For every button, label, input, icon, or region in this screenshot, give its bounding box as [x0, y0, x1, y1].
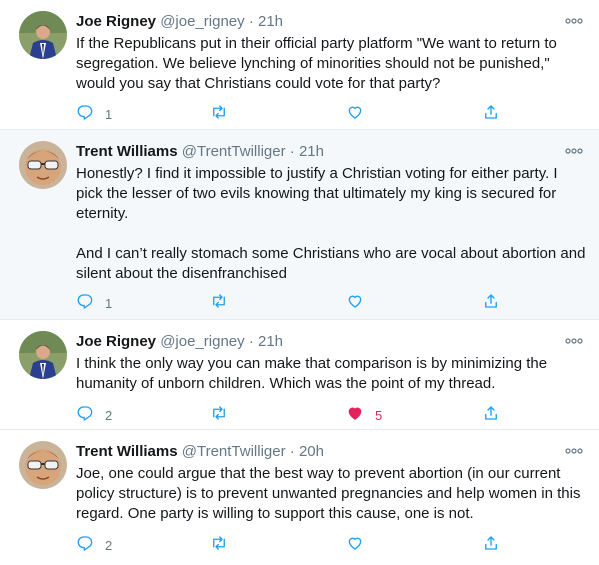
more-options-icon[interactable]: [565, 334, 583, 346]
tweet-actions: 2 5: [76, 405, 516, 425]
tweet-header: Joe Rigney @joe_rigney · 21h: [76, 332, 283, 352]
tweet-paragraph: And I can’t really stomach some Christia…: [76, 245, 586, 282]
like-button[interactable]: [346, 535, 375, 555]
tweet[interactable]: Joe Rigney @joe_rigney · 21h If the Repu…: [0, 0, 599, 130]
like-button[interactable]: [346, 293, 375, 313]
share-icon: [482, 292, 500, 315]
retweet-button[interactable]: [210, 405, 239, 425]
tweet-paragraph: Honestly? I find it impossible to justif…: [76, 165, 558, 222]
separator-dot: ·: [248, 13, 254, 30]
tweet-paragraph: I think the only way you can make that c…: [76, 355, 548, 392]
author-name[interactable]: Joe Rigney: [76, 333, 156, 350]
author-name[interactable]: Joe Rigney: [76, 13, 156, 30]
more-options-icon[interactable]: [565, 144, 583, 156]
retweet-icon: [210, 292, 228, 315]
reply-count: 2: [105, 537, 113, 553]
tweet-paragraph: Joe, one could argue that the best way t…: [76, 465, 581, 522]
tweet[interactable]: Joe Rigney @joe_rigney · 21h I think the…: [0, 320, 599, 430]
reply-button[interactable]: 2: [76, 405, 112, 425]
author-handle[interactable]: @joe_rigney: [160, 13, 244, 30]
timestamp[interactable]: 21h: [258, 333, 283, 350]
more-options-icon[interactable]: [565, 14, 583, 26]
author-name[interactable]: Trent Williams: [76, 143, 178, 160]
tweet[interactable]: Trent Williams @TrentTwilliger · 20h Joe…: [0, 430, 599, 565]
retweet-button[interactable]: [210, 535, 239, 555]
reply-count: 1: [105, 295, 113, 311]
author-name[interactable]: Trent Williams: [76, 443, 178, 460]
timestamp[interactable]: 21h: [299, 143, 324, 160]
like-button[interactable]: [346, 104, 375, 124]
author-handle[interactable]: @TrentTwilliger: [182, 143, 286, 160]
retweet-icon: [210, 103, 228, 126]
author-handle[interactable]: @joe_rigney: [160, 333, 244, 350]
tweet-text: If the Republicans put in their official…: [76, 34, 586, 94]
like-count: 5: [375, 407, 383, 423]
reply-button[interactable]: 1: [76, 104, 112, 124]
share-button[interactable]: [482, 293, 500, 313]
avatar-joe-rigney[interactable]: [19, 11, 67, 59]
share-button[interactable]: [482, 535, 500, 555]
tweet-header: Joe Rigney @joe_rigney · 21h: [76, 12, 283, 32]
reply-icon: [76, 103, 94, 126]
share-button[interactable]: [482, 405, 500, 425]
retweet-icon: [210, 404, 228, 427]
timestamp[interactable]: 20h: [299, 443, 324, 460]
tweet-text: Joe, one could argue that the best way t…: [76, 464, 586, 524]
separator-dot: ·: [289, 143, 295, 160]
reply-icon: [76, 404, 94, 427]
reply-count: 1: [105, 106, 113, 122]
avatar-trent-williams[interactable]: [19, 441, 67, 489]
heart-filled-icon: [346, 404, 364, 427]
avatar-joe-rigney[interactable]: [19, 331, 67, 379]
tweet-header: Trent Williams @TrentTwilliger · 21h: [76, 142, 324, 162]
share-button[interactable]: [482, 104, 500, 124]
reply-button[interactable]: 1: [76, 293, 112, 313]
heart-outline-icon: [346, 534, 364, 557]
retweet-button[interactable]: [210, 293, 239, 313]
tweet-text: Honestly? I find it impossible to justif…: [76, 164, 586, 284]
author-handle[interactable]: @TrentTwilliger: [182, 443, 286, 460]
timestamp[interactable]: 21h: [258, 13, 283, 30]
reply-icon: [76, 292, 94, 315]
avatar-trent-williams[interactable]: [19, 141, 67, 189]
reply-button[interactable]: 2: [76, 535, 112, 555]
tweet-header: Trent Williams @TrentTwilliger · 20h: [76, 442, 324, 462]
retweet-button[interactable]: [210, 104, 239, 124]
heart-outline-icon: [346, 103, 364, 126]
share-icon: [482, 103, 500, 126]
tweet-actions: 1: [76, 104, 516, 124]
separator-dot: ·: [289, 443, 295, 460]
share-icon: [482, 534, 500, 557]
tweet-text: I think the only way you can make that c…: [76, 354, 586, 394]
tweet[interactable]: Trent Williams @TrentTwilliger · 21h Hon…: [0, 130, 599, 320]
retweet-icon: [210, 534, 228, 557]
tweet-actions: 2: [76, 535, 516, 555]
tweet-actions: 1: [76, 293, 516, 313]
like-button[interactable]: 5: [346, 405, 382, 425]
heart-outline-icon: [346, 292, 364, 315]
reply-count: 2: [105, 407, 113, 423]
separator-dot: ·: [248, 333, 254, 350]
more-options-icon[interactable]: [565, 444, 583, 456]
reply-icon: [76, 534, 94, 557]
tweet-paragraph: If the Republicans put in their official…: [76, 35, 557, 92]
share-icon: [482, 404, 500, 427]
